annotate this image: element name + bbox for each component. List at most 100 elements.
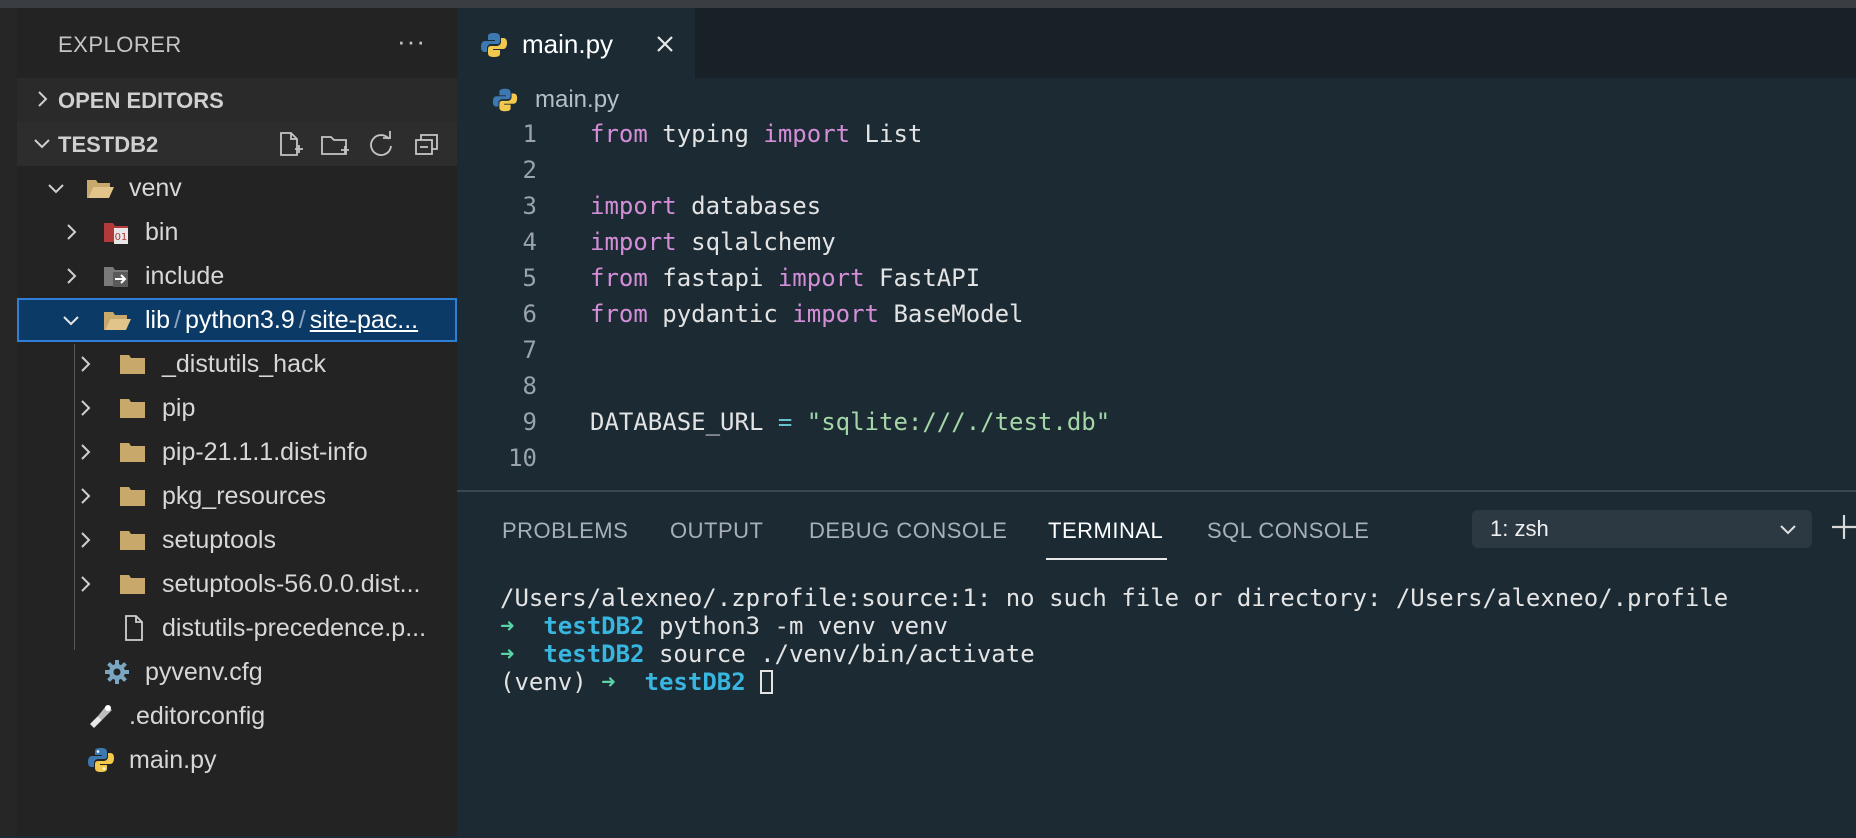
project-section-header[interactable]: TESTDB2: [17, 122, 457, 166]
code-line: 3 import databases: [457, 192, 1856, 228]
refresh-icon[interactable]: [365, 129, 397, 161]
line-number: 5: [522, 264, 537, 292]
code-text: DATABASE_URL: [590, 408, 778, 436]
line-number: 10: [508, 444, 537, 472]
keyword: from: [590, 264, 648, 292]
chevron-right-icon: [81, 356, 91, 372]
tree-label: venv: [129, 174, 182, 202]
tree-label: include: [145, 262, 225, 290]
chevron-right-icon: [81, 532, 91, 548]
line-number: 6: [522, 300, 537, 328]
open-editors-label: OPEN EDITORS: [58, 88, 224, 113]
terminal-cursor: [760, 670, 774, 694]
folder-icon: [120, 575, 145, 594]
terminal-line: ➜ testDB2 python3 -m venv venv: [500, 612, 1728, 640]
tree-item-file[interactable]: .editorconfig: [17, 694, 457, 738]
path-separator: /: [298, 306, 306, 334]
svg-text:01: 01: [115, 232, 128, 243]
tab-sql-console[interactable]: SQL CONSOLE: [1207, 518, 1369, 544]
code-line: 6 from pydantic import BaseModel: [457, 300, 1856, 336]
more-actions-icon[interactable]: ···: [397, 26, 426, 57]
open-editors-section[interactable]: OPEN EDITORS: [17, 78, 457, 122]
path-segment-site-packages[interactable]: site-pac...: [310, 306, 418, 334]
tree-item-folder[interactable]: pip-21.1.1.dist-info: [17, 430, 457, 474]
code-text: List: [850, 120, 923, 148]
python-icon: [481, 33, 507, 57]
window-top-bar: [0, 0, 1856, 8]
terminal-line: /Users/alexneo/.zprofile:source:1: no su…: [500, 584, 1728, 612]
tree-item-site-packages[interactable]: lib / python3.9/site-pac...: [17, 298, 457, 342]
prompt-arrow: ➜: [500, 612, 515, 640]
terminal-text: /Users/alexneo/.zprofile:source:1: no su…: [500, 584, 1729, 612]
tree-item-venv[interactable]: venv: [17, 166, 457, 210]
tree-item-folder[interactable]: pip: [17, 386, 457, 430]
line-number: 4: [522, 228, 537, 256]
path-segment-python[interactable]: python3.9: [185, 306, 295, 334]
path-segment-lib[interactable]: lib: [145, 306, 170, 334]
code-line: 9 DATABASE_URL = "sqlite:///./test.db": [457, 408, 1856, 444]
folder-icon: [120, 399, 145, 418]
bottom-panel: PROBLEMS OUTPUT DEBUG CONSOLE TERMINAL S…: [457, 490, 1856, 838]
code-line: 2: [457, 156, 1856, 192]
prompt-cwd: testDB2: [543, 640, 645, 668]
tab-label: main.py: [522, 29, 614, 59]
tab-terminal[interactable]: TERMINAL: [1045, 518, 1168, 560]
line-number: 9: [522, 408, 537, 436]
collapse-all-icon[interactable]: [411, 129, 443, 161]
breadcrumb-file: main.py: [535, 86, 620, 113]
folder-icon: [120, 355, 145, 374]
keyword: from: [590, 300, 648, 328]
terminal-output[interactable]: /Users/alexneo/.zprofile:source:1: no su…: [500, 584, 1728, 696]
include-folder-icon: [104, 267, 128, 287]
tree-item-folder[interactable]: pkg_resources: [17, 474, 457, 518]
chevron-right-icon: [67, 224, 77, 240]
folder-icon: [120, 531, 145, 550]
tab-problems[interactable]: PROBLEMS: [502, 518, 628, 544]
chevron-down-icon: [48, 184, 64, 194]
python-icon: [88, 748, 114, 772]
new-file-icon[interactable]: [273, 129, 305, 161]
tree-item-include[interactable]: include: [17, 254, 457, 298]
folder-open-icon: [87, 180, 114, 198]
tree-item-file[interactable]: distutils-precedence.p...: [17, 606, 457, 650]
terminal-line: (venv) ➜ testDB2: [500, 668, 1728, 696]
chevron-down-icon: [34, 139, 50, 149]
chevron-down-icon: [63, 316, 79, 326]
add-terminal-icon[interactable]: [1829, 512, 1856, 542]
tree-label: setuptools: [162, 526, 276, 554]
new-folder-icon[interactable]: [319, 129, 351, 161]
chevron-right-icon: [81, 488, 91, 504]
code-text: sqlalchemy: [676, 228, 836, 256]
tree-item-folder[interactable]: _distutils_hack: [17, 342, 457, 386]
code-text: pydantic: [647, 300, 793, 328]
code-line: 4 import sqlalchemy: [457, 228, 1856, 264]
explorer-sidebar: EXPLORER ··· OPEN EDITORS TESTDB2 venv 0…: [17, 8, 457, 836]
project-label: TESTDB2: [58, 132, 159, 157]
line-number: 1: [522, 120, 537, 148]
tab-main-py[interactable]: main.py: [457, 8, 695, 78]
line-content: from pydantic import BaseModel: [590, 300, 1024, 328]
tree-item-folder[interactable]: setuptools-56.0.0.dist...: [17, 562, 457, 606]
explorer-title: EXPLORER: [58, 32, 182, 57]
gear-icon: [105, 660, 129, 684]
tree-item-file[interactable]: pyvenv.cfg: [17, 650, 457, 694]
code-editor[interactable]: 1 from typing import List 2 3 import dat…: [457, 120, 1856, 490]
tree-item-folder[interactable]: setuptools: [17, 518, 457, 562]
tree-label: _distutils_hack: [162, 350, 326, 378]
line-number: 8: [522, 372, 537, 400]
shell-select-value: 1: zsh: [1490, 516, 1549, 541]
close-icon[interactable]: [653, 32, 677, 56]
tree-label: pip: [162, 394, 196, 422]
string-literal: "sqlite:///./test.db": [792, 408, 1111, 436]
tab-output[interactable]: OUTPUT: [670, 518, 763, 544]
prompt-arrow: ➜: [500, 640, 515, 668]
tree-label: pip-21.1.1.dist-info: [162, 438, 368, 466]
line-content: from fastapi import FastAPI: [590, 264, 980, 292]
tree-label: setuptools-56.0.0.dist...: [162, 570, 421, 598]
terminal-shell-select[interactable]: 1: zsh: [1472, 510, 1812, 548]
operator: =: [777, 408, 793, 436]
line-content: from typing import List: [590, 120, 922, 148]
tab-debug-console[interactable]: DEBUG CONSOLE: [809, 518, 1007, 544]
tree-item-bin[interactable]: 01 bin: [17, 210, 457, 254]
tree-item-file[interactable]: main.py: [17, 738, 457, 782]
